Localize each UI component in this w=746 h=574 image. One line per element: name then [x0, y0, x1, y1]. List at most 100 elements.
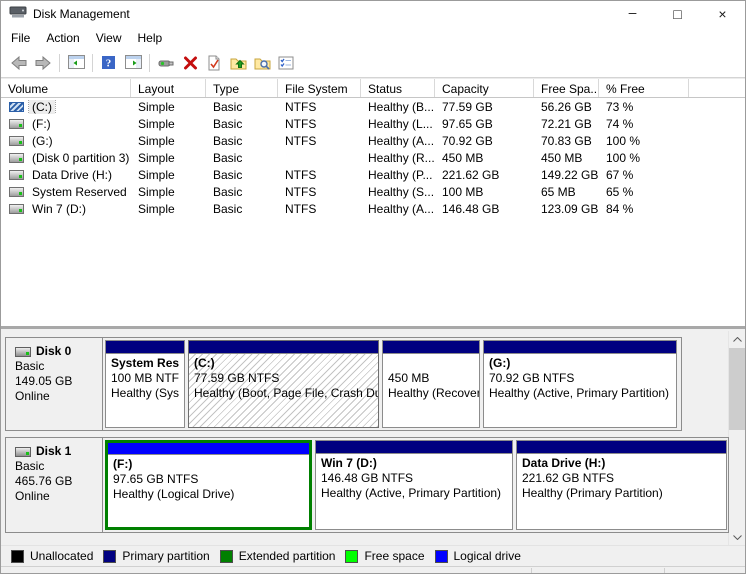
console-tree-icon[interactable]: [64, 52, 88, 74]
cell-status: Healthy (A...: [368, 201, 435, 216]
scroll-up-icon[interactable]: [729, 331, 745, 347]
volume-row-system-reserved[interactable]: System Reserved Simple Basic NTFS Healthy (S…: [1, 183, 745, 200]
app-icon: [9, 5, 27, 23]
partition-f[interactable]: (F:) 97.65 GB NTFS Healthy (Logical Drive): [105, 440, 312, 530]
primary-partition-bar: [106, 341, 184, 354]
cell-status: Healthy (A...: [368, 133, 435, 148]
cell-volume: Win 7 (D:): [1, 202, 131, 216]
volume-list-body: (C:) Simple Basic NTFS Healthy (B... 77.59 GB…: [1, 98, 745, 217]
partition-450-mb[interactable]: 450 MB Healthy (Recover: [382, 340, 480, 428]
partition-body: Win 7 (D:) 146.48 GB NTFS Healthy (Active,…: [316, 454, 512, 501]
toolbar: ?: [1, 48, 745, 78]
column-header-type[interactable]: Type: [206, 79, 278, 97]
cell-capacity: 221.62 GB: [442, 167, 500, 182]
volume-row-f[interactable]: (F:) Simple Basic NTFS Healthy (L... 97.65 GB…: [1, 115, 745, 132]
legend-label: Logical drive: [453, 549, 521, 563]
maximize-icon: □: [673, 6, 682, 22]
scroll-down-icon[interactable]: [729, 529, 745, 545]
cell-layout: Simple: [138, 116, 175, 131]
folder-up-icon[interactable]: [226, 52, 250, 74]
toolbar-separator: [149, 53, 150, 72]
cell-free-space: 123.09 GB: [541, 201, 599, 216]
cell-layout: Simple: [138, 133, 175, 148]
cell-volume: (F:): [1, 117, 131, 131]
partition-system-res[interactable]: System Res 100 MB NTF Healthy (Sys: [105, 340, 185, 428]
maximize-button[interactable]: □: [655, 1, 700, 27]
column-header-capacity[interactable]: Capacity: [435, 79, 534, 97]
column-header-free-spa[interactable]: Free Spa...: [534, 79, 599, 97]
partition-win-7-d[interactable]: Win 7 (D:) 146.48 GB NTFS Healthy (Active,…: [315, 440, 513, 530]
disk-name-label: Disk 0: [36, 344, 72, 358]
disk-row-disk-0: Disk 0 Basic 149.05 GB Online System Res 100 …: [5, 337, 682, 431]
volume-row-win-7-d[interactable]: Win 7 (D:) Simple Basic NTFS Healthy (A... 14…: [1, 200, 745, 217]
cell-volume: Data Drive (H:): [1, 168, 131, 182]
cell-type: Basic: [213, 150, 243, 165]
minimize-icon: –: [628, 4, 637, 20]
cell-volume: (G:): [1, 134, 131, 148]
column-header-layout[interactable]: Layout: [131, 79, 206, 97]
cell-pct-free: 73 %: [606, 99, 634, 114]
pane-splitter[interactable]: [1, 323, 745, 331]
cell-free-space: 72.21 GB: [541, 116, 592, 131]
partition-c[interactable]: (C:) 77.59 GB NTFS Healthy (Boot, Page Fil…: [188, 340, 379, 428]
cell-file-system: NTFS: [285, 201, 317, 216]
folder-search-icon[interactable]: [250, 52, 274, 74]
partition-status: Healthy (Recover: [388, 386, 479, 400]
legend-swatch: [345, 549, 359, 563]
volume-row-g[interactable]: (G:) Simple Basic NTFS Healthy (A... 70.92 GB…: [1, 132, 745, 149]
toolbar-separator: [59, 53, 60, 72]
cell-status: Healthy (B...: [368, 99, 435, 114]
cell-type: Basic: [213, 116, 243, 131]
legend-label: Unallocated: [30, 549, 94, 563]
menu-action[interactable]: Action: [38, 28, 87, 48]
action-pane-icon[interactable]: [121, 52, 145, 74]
cell-pct-free: 100 %: [606, 150, 641, 165]
graphical-view: Disk 0 Basic 149.05 GB Online System Res 100 …: [1, 331, 745, 545]
cell-volume: (Disk 0 partition 3): [1, 151, 131, 165]
help-icon[interactable]: ?: [97, 52, 121, 74]
primary-partition-bar: [517, 441, 726, 454]
legend-item-unallocated: Unallocated: [11, 549, 93, 563]
menu-view[interactable]: View: [88, 28, 130, 48]
partition-name: [383, 356, 479, 371]
legend-label: Extended partition: [238, 549, 336, 563]
volume-icon: [9, 203, 24, 214]
cell-volume: System Reserved: [1, 185, 131, 199]
partition-data-drive-h[interactable]: Data Drive (H:) 221.62 GB NTFS Healthy (Pr…: [516, 440, 727, 530]
volume-icon: [9, 118, 24, 129]
minimize-button[interactable]: –: [610, 1, 655, 27]
partition-name: System Res: [111, 356, 180, 370]
column-header-volume[interactable]: Volume: [1, 79, 131, 97]
partition-size: 70.92 GB NTFS: [489, 371, 575, 385]
legend-bar: Unallocated Primary partition Extended par…: [1, 545, 745, 566]
disk-management-window: Disk Management – □ × File Action View Help ?…: [0, 0, 746, 574]
cell-pct-free: 84 %: [606, 201, 634, 216]
cell-status: Healthy (S...: [368, 184, 435, 199]
disk-tool-icon[interactable]: [154, 52, 178, 74]
partition-g[interactable]: (G:) 70.92 GB NTFS Healthy (Active, Primar…: [483, 340, 677, 428]
volume-row-data-drive-h[interactable]: Data Drive (H:) Simple Basic NTFS Healthy (P…: [1, 166, 745, 183]
check-document-icon[interactable]: [202, 52, 226, 74]
primary-partition-bar: [383, 341, 479, 354]
column-header-file-system[interactable]: File System: [278, 79, 361, 97]
cell-layout: Simple: [138, 167, 175, 182]
legend-swatch: [11, 549, 24, 563]
legend-item-extended-partition: Extended partition: [219, 549, 336, 563]
forward-icon[interactable]: [31, 52, 55, 74]
close-button[interactable]: ×: [700, 1, 745, 27]
column-header-status[interactable]: Status: [361, 79, 435, 97]
menu-help[interactable]: Help: [130, 28, 171, 48]
delete-icon[interactable]: [178, 52, 202, 74]
cell-file-system: NTFS: [285, 116, 317, 131]
cell-free-space: 450 MB: [541, 150, 583, 165]
volume-row-disk-0-partition-3[interactable]: (Disk 0 partition 3) Simple Basic Healthy (…: [1, 149, 745, 166]
volume-row-c[interactable]: (C:) Simple Basic NTFS Healthy (B... 77.59 GB…: [1, 98, 745, 115]
column-header-free[interactable]: % Free: [599, 79, 689, 97]
cell-capacity: 70.92 GB: [442, 133, 493, 148]
disk-header-disk-1[interactable]: Disk 1 Basic 465.76 GB Online: [6, 438, 103, 532]
menu-file[interactable]: File: [3, 28, 38, 48]
scrollbar-thumb[interactable]: [729, 348, 745, 430]
disk-header-disk-0[interactable]: Disk 0 Basic 149.05 GB Online: [6, 338, 103, 430]
back-icon[interactable]: [7, 52, 31, 74]
checklist-icon[interactable]: [274, 52, 298, 74]
